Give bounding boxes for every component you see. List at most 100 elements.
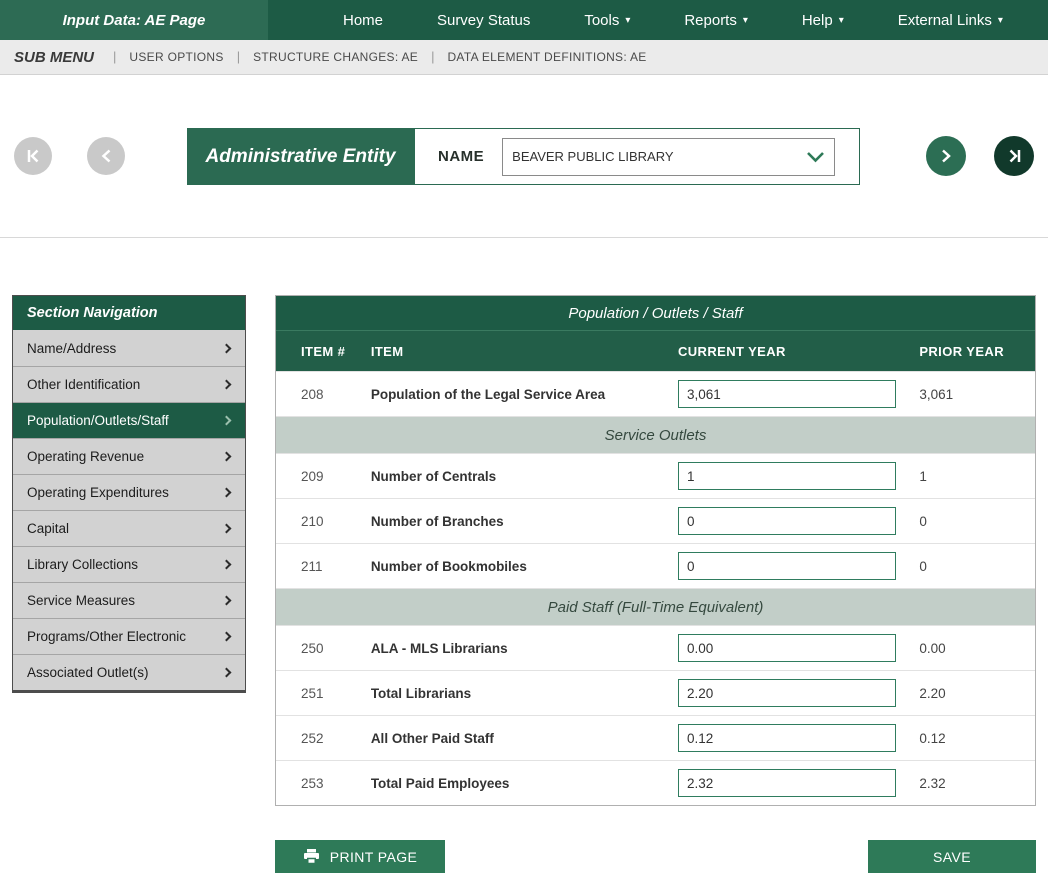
nav-item-tools[interactable]: Tools▾ [584, 12, 630, 29]
panel-title: Population / Outlets / Staff [276, 296, 1035, 330]
prior-year-value: 2.32 [919, 776, 1035, 791]
section-navigation-header: Section Navigation [13, 296, 245, 330]
chevron-right-icon [222, 343, 232, 353]
current-year-cell [675, 552, 919, 580]
sidebar-item-operating-revenue[interactable]: Operating Revenue [13, 438, 245, 474]
column-item-number: ITEM # [276, 344, 371, 359]
sidebar-item-other-identification[interactable]: Other Identification [13, 366, 245, 402]
current-year-input-250[interactable] [678, 634, 896, 662]
chevron-down-icon [806, 151, 825, 163]
nav-item-reports[interactable]: Reports▾ [684, 12, 748, 29]
submenu-item-user-options[interactable]: USER OPTIONS [129, 50, 223, 64]
first-record-icon [25, 148, 42, 164]
name-label: NAME [438, 148, 484, 165]
item-number: 251 [276, 686, 371, 701]
sidebar-item-population-outlets-staff[interactable]: Population/Outlets/Staff [13, 402, 245, 438]
item-label: Total Paid Employees [371, 776, 675, 791]
sidebar-item-capital[interactable]: Capital [13, 510, 245, 546]
table-row-210: 210Number of Branches0 [276, 498, 1035, 543]
table-row-253: 253Total Paid Employees 2.32 [276, 760, 1035, 805]
current-year-cell [675, 634, 919, 662]
chevron-right-icon [222, 560, 232, 570]
main-content: Section Navigation Name/Address Other Ide… [0, 238, 1048, 885]
item-number: 250 [276, 641, 371, 656]
item-number: 210 [276, 514, 371, 529]
nav-item-help[interactable]: Help▾ [802, 12, 844, 29]
nav-item-survey-status[interactable]: Survey Status [437, 12, 530, 29]
caret-down-icon: ▾ [839, 15, 844, 26]
chevron-left-icon [100, 148, 112, 164]
item-label: ALA - MLS Librarians [371, 641, 675, 656]
chevron-right-icon [222, 596, 232, 606]
current-year-input-211[interactable] [678, 552, 896, 580]
current-year-input-252[interactable] [678, 724, 896, 752]
save-button[interactable]: SAVE [868, 840, 1036, 873]
item-label: All Other Paid Staff [371, 731, 675, 746]
chevron-right-icon [222, 668, 232, 678]
sidebar-item-label: Name/Address [27, 341, 116, 356]
sidebar-item-operating-expenditures[interactable]: Operating Expenditures [13, 474, 245, 510]
caret-down-icon: ▾ [998, 15, 1003, 26]
current-year-input-208[interactable] [678, 380, 896, 408]
sidebar-item-associated-outlet-s[interactable]: Associated Outlet(s) [13, 654, 245, 690]
chevron-right-icon [222, 416, 232, 426]
item-label: Total Librarians [371, 686, 675, 701]
section-band-paid-staff-full-time-equivalent: Paid Staff (Full-Time Equivalent) [276, 588, 1035, 625]
submenu-item-data-element-definitions-ae[interactable]: DATA ELEMENT DEFINITIONS: AE [447, 50, 646, 64]
current-year-cell [675, 724, 919, 752]
top-nav: Input Data: AE Page Home Survey Status Too… [0, 0, 1048, 40]
current-year-cell [675, 679, 919, 707]
chevron-right-icon [222, 488, 232, 498]
entity-name-box: NAME BEAVER PUBLIC LIBRARY [414, 128, 860, 185]
current-year-input-210[interactable] [678, 507, 896, 535]
item-number: 253 [276, 776, 371, 791]
record-navigator: Administrative Entity NAME BEAVER PUBLIC… [0, 75, 1048, 238]
tab-input-data-ae-page[interactable]: Input Data: AE Page [0, 0, 268, 40]
sidebar-item-label: Associated Outlet(s) [27, 665, 149, 680]
sidebar-item-label: Other Identification [27, 377, 140, 392]
table-row-252: 252All Other Paid Staff 0.12 [276, 715, 1035, 760]
item-label: Number of Bookmobiles [371, 559, 675, 574]
sidebar-item-programs-other-electronic[interactable]: Programs/Other Electronic [13, 618, 245, 654]
previous-record-button[interactable] [87, 137, 125, 175]
sidebar-item-service-measures[interactable]: Service Measures [13, 582, 245, 618]
column-item: ITEM [371, 344, 675, 359]
top-nav-items: Home Survey Status Tools▾ Reports▾ Help▾ Exte… [268, 0, 1048, 40]
current-year-input-253[interactable] [678, 769, 896, 797]
current-year-input-209[interactable] [678, 462, 896, 490]
chevron-right-icon [222, 380, 232, 390]
item-number: 209 [276, 469, 371, 484]
last-record-icon [1006, 148, 1023, 164]
print-page-button[interactable]: PRINT PAGE [275, 840, 445, 873]
section-band-service-outlets: Service Outlets [276, 416, 1035, 453]
sidebar-item-label: Capital [27, 521, 69, 536]
column-current-year: CURRENT YEAR [675, 344, 919, 359]
submenu-item-structure-changes-ae[interactable]: STRUCTURE CHANGES: AE [253, 50, 418, 64]
next-record-button[interactable] [926, 136, 966, 176]
sidebar-item-label: Library Collections [27, 557, 138, 572]
current-year-input-251[interactable] [678, 679, 896, 707]
sub-menu-items: |USER OPTIONS|STRUCTURE CHANGES: AE|DATA… [100, 48, 647, 66]
item-number: 208 [276, 387, 371, 402]
sidebar-item-label: Operating Expenditures [27, 485, 169, 500]
entity-name-selected-value: BEAVER PUBLIC LIBRARY [512, 149, 673, 164]
table-row-250: 250ALA - MLS Librarians 0.00 [276, 625, 1035, 670]
nav-item-home[interactable]: Home [343, 12, 383, 29]
item-label: Number of Branches [371, 514, 675, 529]
sidebar-item-label: Operating Revenue [27, 449, 144, 464]
submenu-separator: | [113, 49, 116, 64]
item-number: 252 [276, 731, 371, 746]
table-header-row: ITEM # ITEM CURRENT YEAR PRIOR YEAR [276, 330, 1035, 371]
entity-name-select[interactable]: BEAVER PUBLIC LIBRARY [502, 138, 835, 176]
caret-down-icon: ▾ [625, 15, 630, 26]
sidebar-item-library-collections[interactable]: Library Collections [13, 546, 245, 582]
nav-item-external-links[interactable]: External Links▾ [898, 12, 1003, 29]
prior-year-value: 1 [919, 469, 1035, 484]
entity-type-label: Administrative Entity [187, 128, 414, 185]
prior-year-value: 0.12 [919, 731, 1035, 746]
prior-year-value: 0.00 [919, 641, 1035, 656]
item-label: Number of Centrals [371, 469, 675, 484]
first-record-button[interactable] [14, 137, 52, 175]
sidebar-item-name-address[interactable]: Name/Address [13, 330, 245, 366]
last-record-button[interactable] [994, 136, 1034, 176]
